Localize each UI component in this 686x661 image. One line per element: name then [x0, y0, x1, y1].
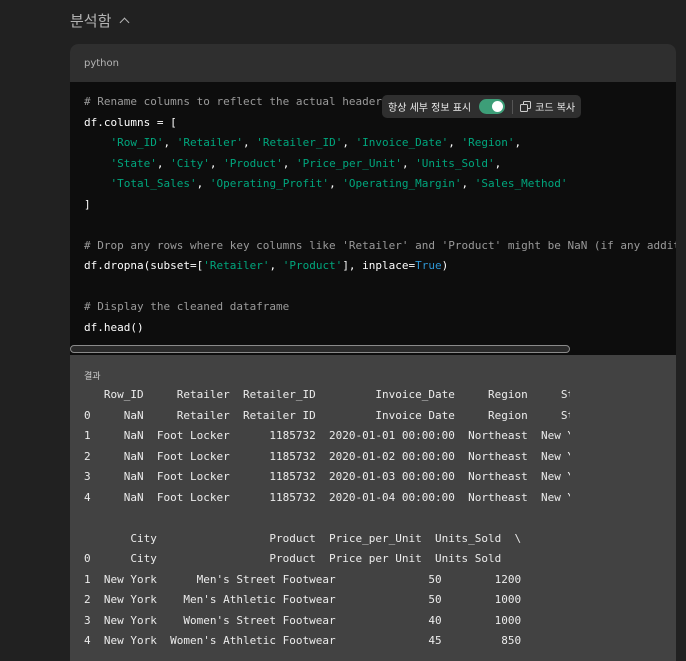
code-token: df.dropna(subset=[: [84, 259, 204, 272]
code-token: 'Retailer': [203, 259, 270, 272]
code-token: 'Invoice_Date': [355, 136, 449, 149]
code-token: 'Product': [282, 259, 343, 272]
code-token: ,: [196, 177, 210, 190]
analysis-title: 분석함: [70, 12, 112, 30]
code-token: ]: [84, 197, 91, 211]
result-line: 0 City Product Price per Unit Units Sold: [84, 552, 502, 565]
code-token: ,: [209, 156, 224, 170]
result-line: Row_ID Retailer Retailer_ID Invoice_Date…: [84, 388, 570, 401]
result-panel: 결과 Row_ID Retailer Retailer_ID Invoice_D…: [70, 355, 676, 661]
copy-icon: [520, 101, 532, 112]
toggle-knob: [492, 101, 504, 112]
code-token: ,: [448, 136, 462, 149]
code-token: df.head(): [84, 320, 144, 334]
result-output: Row_ID Retailer Retailer_ID Invoice_Date…: [84, 385, 570, 652]
code-token: 'State': [110, 156, 157, 170]
code-token: ,: [342, 136, 356, 149]
code-token: True: [415, 259, 442, 272]
code-line: # Drop any rows where key columns like '…: [84, 236, 676, 257]
chat-page: 분석함 python # Rename columns to reflect t…: [0, 0, 686, 661]
code-token: 'Retailer_ID': [256, 136, 343, 149]
result-line: 3 New York Women's Street Footwear 40 10…: [84, 613, 522, 627]
code-language-label: python: [84, 57, 119, 69]
code-token: ): [441, 259, 449, 272]
code-token: ,: [514, 136, 522, 149]
code-content: # Rename columns to reflect the actual h…: [70, 82, 676, 354]
code-token: ,: [329, 177, 343, 190]
code-line: ]: [84, 195, 676, 216]
code-token: # Display the cleaned dataframe: [84, 300, 290, 313]
code-token: df.columns = [: [84, 115, 177, 129]
code-token: 'Operating_Profit': [209, 177, 330, 190]
code-line: # Rename columns to reflect the actual h…: [84, 92, 676, 113]
result-label: 결과: [84, 372, 101, 382]
code-token: 'Total_Sales': [110, 177, 197, 190]
code-line: df.columns = [: [84, 113, 676, 134]
code-token: 'Region': [461, 136, 515, 149]
code-token: ,: [242, 136, 257, 149]
code-token: 'Price_per_Unit': [295, 156, 402, 170]
code-token: ,: [401, 156, 416, 170]
code-token: 'Row_ID': [110, 136, 164, 149]
code-token: 'Product': [223, 156, 283, 170]
code-language-bar: python: [70, 44, 676, 82]
code-token: ,: [269, 259, 283, 272]
code-token: ,: [461, 177, 475, 190]
copy-code-button[interactable]: 코드 복사: [520, 99, 575, 114]
copy-code-label: 코드 복사: [535, 103, 576, 114]
code-token: 'Sales_Method': [474, 177, 568, 190]
code-line: 'Row_ID', 'Retailer', 'Retailer_ID', 'In…: [84, 133, 676, 154]
code-horizontal-scrollbar[interactable]: [70, 345, 570, 353]
code-line: 'Total_Sales', 'Operating_Profit', 'Oper…: [84, 174, 676, 195]
result-line: 4 NaN Foot Locker 1185732 2020-01-04 00:…: [84, 490, 570, 504]
analysis-toggle[interactable]: 분석함: [70, 10, 130, 31]
always-show-details-toggle[interactable]: [479, 99, 506, 114]
code-token: ,: [163, 136, 177, 149]
result-line: City Product Price_per_Unit Units_Sold \: [84, 531, 522, 545]
result-line: 1 New York Men's Street Footwear 50 1200: [84, 572, 522, 586]
code-token: 'Retailer': [176, 136, 243, 149]
code-token: ,: [156, 156, 171, 170]
code-line: df.dropna(subset=['Retailer', 'Product']…: [84, 256, 676, 277]
result-line: 2 NaN Foot Locker 1185732 2020-01-02 00:…: [84, 449, 570, 463]
result-line: 1 NaN Foot Locker 1185732 2020-01-01 00:…: [84, 429, 570, 442]
code-line: df.head(): [84, 318, 676, 339]
result-line: 2 New York Men's Athletic Footwear 50 10…: [84, 593, 522, 606]
code-token: # Drop any rows where key columns like '…: [84, 238, 676, 252]
code-token: 'Units_Sold': [415, 156, 495, 170]
code-toolbar: 항상 세부 정보 표시 코드 복사: [382, 95, 582, 118]
toolbar-divider: [512, 99, 514, 114]
code-line: # Display the cleaned dataframe: [84, 297, 676, 318]
code-token: 'City': [170, 156, 210, 170]
code-token: ], inplace=: [342, 259, 416, 272]
result-line: 0 NaN Retailer Retailer ID Invoice Date …: [84, 408, 570, 422]
always-show-details-label: 항상 세부 정보 표시: [388, 103, 472, 114]
code-token: ,: [282, 156, 296, 170]
result-line: [84, 508, 570, 529]
result-line: 4 New York Women's Athletic Footwear 45 …: [84, 634, 522, 647]
chevron-up-icon: [119, 17, 130, 28]
code-token: 'Operating_Margin': [342, 177, 462, 190]
result-line: 3 NaN Foot Locker 1185732 2020-01-03 00:…: [84, 470, 570, 483]
code-line: 'State', 'City', 'Product', 'Price_per_U…: [84, 154, 676, 175]
code-token: ,: [494, 156, 502, 170]
